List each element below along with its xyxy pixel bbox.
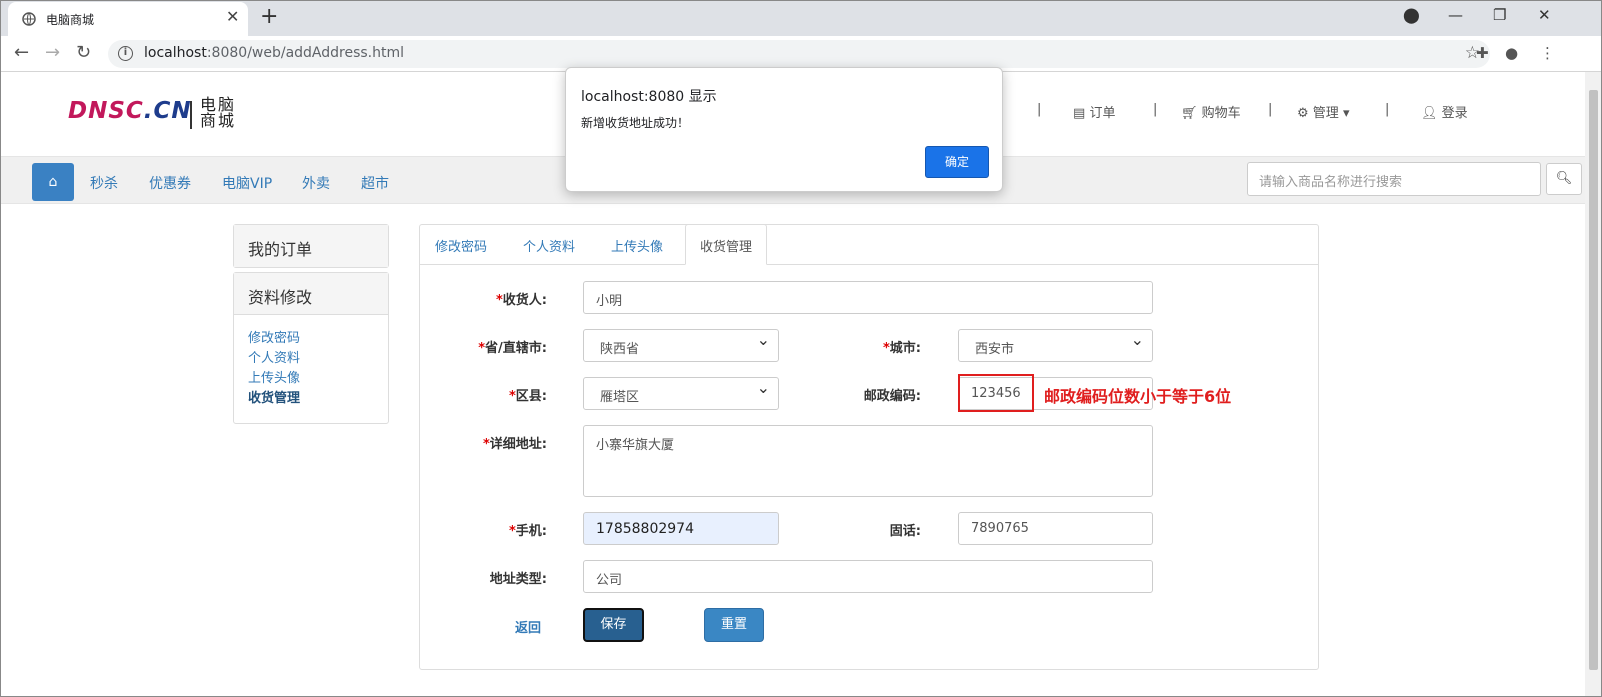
nav-item-seckill[interactable]: 秒杀 bbox=[90, 173, 118, 193]
cart-icon: 🛒︎ bbox=[1181, 106, 1198, 121]
menu-kebab-icon[interactable]: ⋮ bbox=[1540, 44, 1555, 62]
tel-input[interactable]: 7890765 bbox=[958, 512, 1153, 545]
phone-input[interactable]: 17858802974 bbox=[583, 512, 779, 545]
home-icon: ⌂ bbox=[48, 174, 58, 190]
manage-dropdown[interactable]: ⚙ 管理 ▾ bbox=[1297, 102, 1349, 121]
extensions-icon[interactable]: ✚ bbox=[1476, 44, 1489, 62]
sidebar-item-avatar[interactable]: 上传头像 bbox=[248, 369, 374, 389]
district-label: *区县: bbox=[508, 389, 547, 404]
back-arrow-icon[interactable]: ← bbox=[14, 42, 29, 64]
nav-item-coupon[interactable]: 优惠券 bbox=[149, 173, 191, 193]
nav-item-market[interactable]: 超市 bbox=[361, 173, 389, 193]
dialog-message: 新增收货地址成功！ bbox=[581, 116, 690, 130]
file-icon: ▤ bbox=[1073, 106, 1086, 121]
zip-label: 邮政编码: bbox=[863, 389, 921, 404]
user-icon: 👤︎ bbox=[1421, 106, 1438, 121]
tab-profile[interactable]: 个人资料 bbox=[523, 236, 575, 255]
tab-avatar[interactable]: 上传头像 bbox=[611, 236, 663, 255]
address-bar[interactable]: i localhost:8080/web/addAddress.html ☆ bbox=[108, 40, 1490, 68]
receiver-input[interactable]: 小明 bbox=[583, 281, 1153, 314]
new-tab-button[interactable]: + bbox=[260, 4, 278, 30]
browser-tab[interactable]: 电脑商城 ✕ bbox=[8, 2, 248, 36]
save-button[interactable]: 保存 bbox=[583, 608, 644, 642]
orders-link[interactable]: ▤ 订单 bbox=[1073, 102, 1115, 121]
search-input[interactable]: 请输入商品名称进行搜索 bbox=[1247, 162, 1541, 196]
reload-icon[interactable]: ↻ bbox=[76, 42, 91, 64]
url-text: localhost:8080/web/addAddress.html bbox=[144, 45, 405, 61]
search-button[interactable]: 🔍︎ bbox=[1546, 163, 1582, 195]
caret-down-icon: ▾ bbox=[1342, 106, 1350, 121]
dialog-ok-button[interactable]: 确定 bbox=[925, 146, 989, 178]
tab-title: 电脑商城 bbox=[46, 13, 95, 27]
close-window-icon[interactable]: ✕ bbox=[1538, 6, 1551, 24]
phone-label: *手机: bbox=[508, 524, 547, 539]
sidebar-item-address[interactable]: 收货管理 bbox=[248, 389, 374, 409]
tab-address[interactable]: 收货管理 bbox=[685, 224, 768, 265]
browser-tab-strip: 电脑商城 ✕ + ⬤ — ❐ ✕ bbox=[0, 0, 1602, 36]
city-select[interactable]: 西安市 bbox=[958, 329, 1153, 362]
dialog-title: localhost:8080 显示 bbox=[581, 89, 717, 105]
globe-icon bbox=[22, 12, 36, 26]
tel-label: 固话: bbox=[889, 524, 921, 539]
nav-item-takeout[interactable]: 外卖 bbox=[302, 173, 330, 193]
profile-menu-icon[interactable]: ⬤ bbox=[1403, 6, 1420, 24]
restore-icon[interactable]: ❐ bbox=[1493, 6, 1506, 24]
home-button[interactable]: ⌂ bbox=[32, 163, 74, 201]
district-select[interactable]: 雁塔区 bbox=[583, 377, 779, 410]
site-logo[interactable]: DNSC.CN 电脑商城 bbox=[68, 97, 234, 129]
site-info-icon[interactable]: i bbox=[118, 46, 133, 61]
city-label: *城市: bbox=[882, 341, 921, 356]
forward-arrow-icon[interactable]: → bbox=[45, 42, 60, 64]
sidebar-my-orders[interactable]: 我的订单 bbox=[233, 224, 389, 268]
province-select[interactable]: 陕西省 bbox=[583, 329, 779, 362]
address-label: *详细地址: bbox=[482, 437, 547, 452]
back-link[interactable]: 返回 bbox=[515, 617, 541, 636]
address-textarea[interactable]: 小寨华旗大厦 bbox=[583, 425, 1153, 497]
tab-change-password[interactable]: 修改密码 bbox=[435, 236, 487, 255]
sidebar-my-orders-heading[interactable]: 我的订单 bbox=[234, 225, 388, 267]
zip-highlight-box bbox=[958, 374, 1034, 412]
gear-icon: ⚙ bbox=[1297, 106, 1309, 121]
search-icon: 🔍︎ bbox=[1555, 171, 1573, 186]
sidebar-item-change-password[interactable]: 修改密码 bbox=[248, 329, 374, 349]
account-icon[interactable]: ● bbox=[1505, 44, 1518, 62]
sidebar-item-profile[interactable]: 个人资料 bbox=[248, 349, 374, 369]
logo-cn-text: 电脑商城 bbox=[200, 95, 237, 130]
address-type-input[interactable]: 公司 bbox=[583, 560, 1153, 593]
zip-annotation: 邮政编码位数小于等于6位 bbox=[1044, 387, 1232, 406]
nav-item-vip[interactable]: 电脑VIP bbox=[222, 173, 272, 193]
alert-dialog: localhost:8080 显示 新增收货地址成功！ 确定 bbox=[565, 67, 1003, 192]
sidebar-profile: 资料修改 修改密码 个人资料 上传头像 收货管理 bbox=[233, 272, 389, 424]
sidebar-links: 修改密码 个人资料 上传头像 收货管理 bbox=[234, 315, 388, 423]
cart-link[interactable]: 🛒︎ 购物车 bbox=[1181, 102, 1241, 121]
province-label: *省/直辖市: bbox=[478, 341, 547, 356]
scrollbar-thumb[interactable] bbox=[1589, 90, 1598, 670]
tab-bar: 修改密码 个人资料 上传头像 收货管理 bbox=[420, 224, 1318, 265]
address-type-label: 地址类型: bbox=[489, 572, 547, 587]
page-scrollbar[interactable] bbox=[1585, 72, 1602, 697]
minimize-icon[interactable]: — bbox=[1448, 6, 1463, 24]
login-link[interactable]: 👤︎ 登录 bbox=[1421, 102, 1468, 121]
receiver-label: *收货人: bbox=[495, 293, 547, 308]
reset-button[interactable]: 重置 bbox=[704, 608, 764, 642]
sidebar-profile-heading[interactable]: 资料修改 bbox=[234, 273, 388, 315]
close-tab-icon[interactable]: ✕ bbox=[226, 9, 239, 25]
